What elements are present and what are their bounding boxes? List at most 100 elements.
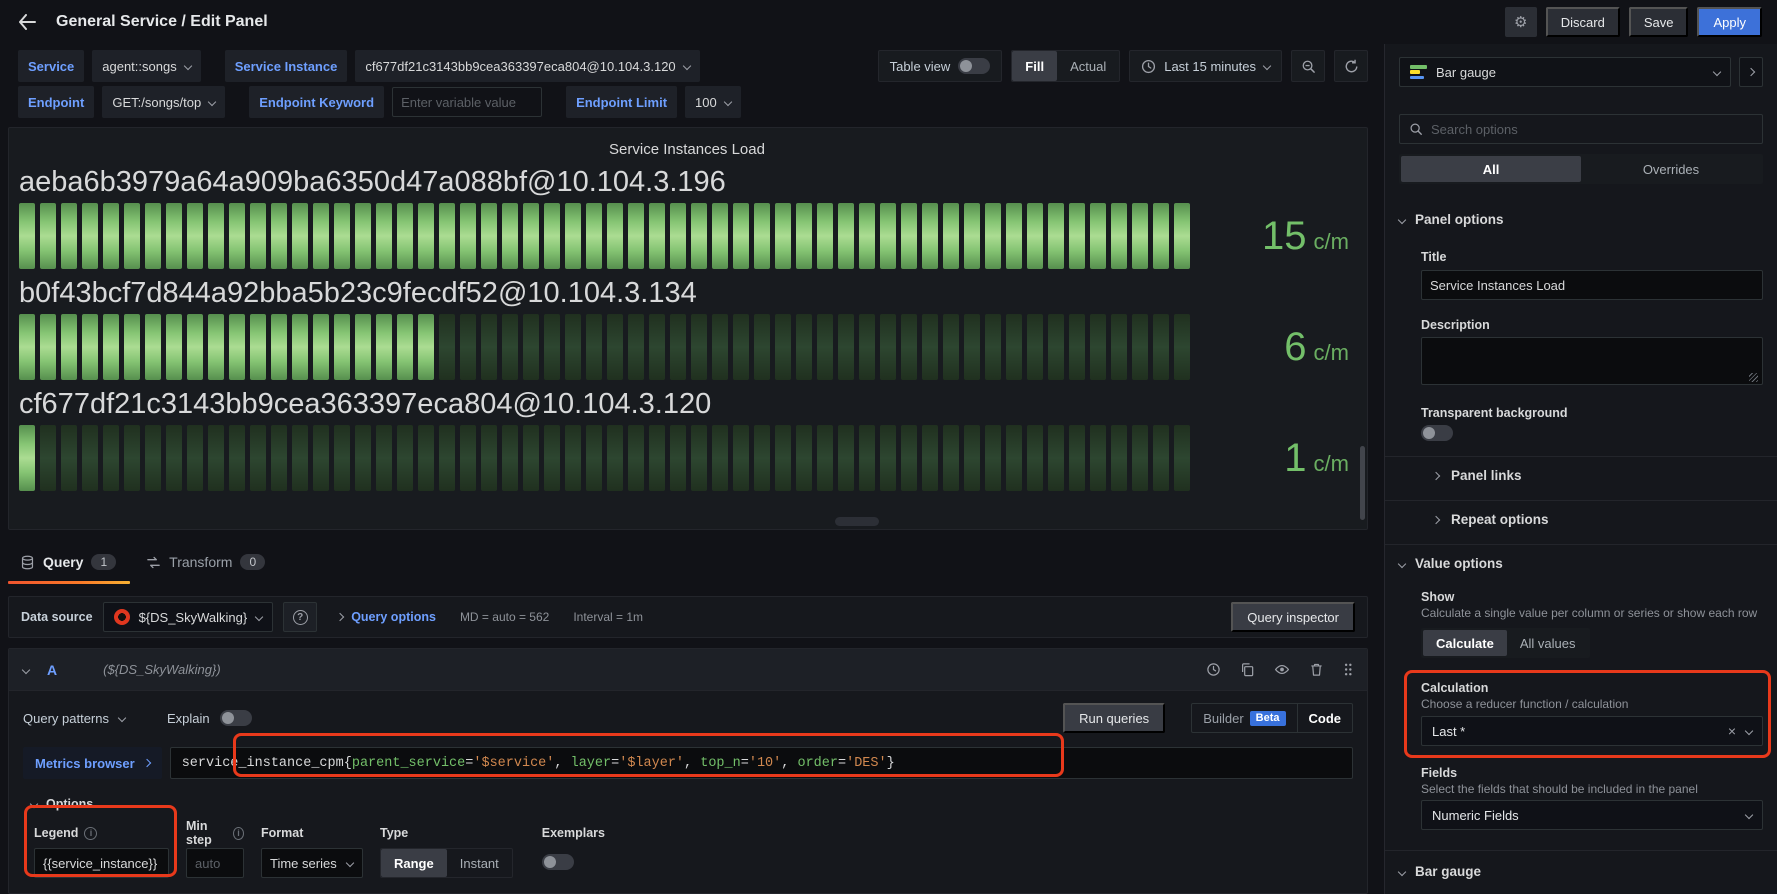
builder-code-switch: Builder Beta Code [1191, 703, 1353, 733]
zoom-out-button[interactable] [1291, 50, 1325, 82]
variable-picker-service[interactable]: agent::songs [92, 50, 200, 82]
transparent-background-toggle[interactable] [1421, 425, 1453, 441]
options-section-toggle[interactable]: Options [9, 779, 1367, 811]
tab-query[interactable]: Query 1 [20, 554, 116, 570]
instant-option[interactable]: Instant [447, 849, 512, 877]
variables-row-1: Service agent::songs Service Instance cf… [18, 50, 1368, 82]
endpoint-keyword-input[interactable] [392, 87, 542, 117]
variable-picker-service-instance[interactable]: cf677df21c3143bb9cea363397eca804@10.104.… [355, 50, 699, 82]
variable-picker-endpoint-limit[interactable]: 100 [685, 86, 741, 118]
panel-resize-handle[interactable] [835, 517, 879, 526]
duplicate-icon[interactable] [1240, 662, 1255, 677]
drag-handle-icon[interactable] [1343, 662, 1353, 677]
format-field: Format Time series [261, 825, 363, 878]
gauge-label: aeba6b3979a64a909ba6350d47a088bf@10.104.… [19, 164, 1355, 200]
query-count-badge: 1 [91, 554, 116, 570]
chevron-down-icon [22, 665, 30, 673]
fill-actual-switch: Fill Actual [1011, 50, 1120, 82]
exemplars-toggle[interactable] [542, 854, 574, 870]
panel-settings-button[interactable]: ⚙ [1505, 7, 1537, 37]
repeat-options-header[interactable]: Repeat options [1433, 512, 1549, 527]
fill-option[interactable]: Fill [1012, 51, 1057, 81]
panel-scrollbar[interactable] [1360, 446, 1365, 520]
actual-option[interactable]: Actual [1057, 51, 1119, 81]
back-arrow-icon[interactable] [12, 7, 42, 37]
code-option[interactable]: Code [1298, 704, 1353, 732]
datasource-help-button[interactable]: ? [283, 602, 317, 632]
variable-label-endpoint-limit: Endpoint Limit [566, 86, 677, 118]
calculate-allvalues-switch: Calculate All values [1421, 628, 1590, 658]
value-options-header[interactable]: Value options [1399, 556, 1503, 571]
min-step-input[interactable] [186, 848, 244, 878]
help-icon: ? [293, 610, 308, 625]
panel-options-header[interactable]: Panel options [1399, 212, 1504, 227]
range-option[interactable]: Range [381, 849, 447, 877]
time-range-label: Last 15 minutes [1164, 59, 1256, 74]
tab-overrides[interactable]: Overrides [1581, 156, 1761, 182]
apply-button[interactable]: Apply [1697, 7, 1762, 37]
metrics-browser-button[interactable]: Metrics browser [23, 747, 162, 779]
tab-all[interactable]: All [1401, 156, 1581, 182]
datasource-picker[interactable]: ${DS_SkyWalking} [103, 602, 274, 632]
query-row-header[interactable]: A (${DS_SkyWalking}) [9, 649, 1367, 691]
info-icon: i [84, 827, 97, 840]
min-step-field: Min stepi [186, 825, 244, 878]
bar-gauge-section-header[interactable]: Bar gauge [1399, 864, 1481, 879]
textarea-resize-handle[interactable] [1749, 373, 1758, 382]
clear-icon[interactable]: × [1728, 723, 1736, 739]
panel-description-textarea[interactable] [1421, 337, 1763, 385]
legend-input[interactable] [34, 848, 169, 878]
time-range-picker[interactable]: Last 15 minutes [1129, 50, 1282, 82]
query-patterns-dropdown[interactable]: Query patterns [23, 711, 109, 726]
panel-title-input[interactable] [1421, 270, 1763, 300]
description-label: Description [1421, 318, 1490, 332]
run-queries-button[interactable]: Run queries [1063, 703, 1165, 733]
page-title: General Service / Edit Panel [56, 13, 268, 31]
fields-description: Select the fields that should be include… [1421, 782, 1698, 796]
discard-button[interactable]: Discard [1546, 7, 1620, 37]
visualization-row: Bar gauge [1399, 57, 1763, 87]
format-select[interactable]: Time series [261, 848, 363, 878]
query-inspector-button[interactable]: Query inspector [1231, 602, 1355, 632]
fields-select[interactable]: Numeric Fields [1421, 800, 1763, 830]
calculation-select[interactable]: Last * × [1421, 716, 1763, 746]
clock-icon [1141, 59, 1156, 74]
calculation-description: Choose a reducer function / calculation [1421, 697, 1628, 711]
chevron-down-icon [208, 98, 216, 106]
gauge-label: cf677df21c3143bb9cea363397eca804@10.104.… [19, 386, 1355, 422]
explain-toggle[interactable] [220, 710, 252, 726]
refresh-button[interactable] [1334, 50, 1368, 82]
variable-picker-endpoint[interactable]: GET:/songs/top [102, 86, 225, 118]
calculate-option[interactable]: Calculate [1423, 630, 1507, 656]
chevron-down-icon [255, 613, 263, 621]
title-label: Title [1421, 250, 1446, 264]
options-search-input[interactable] [1431, 122, 1753, 137]
panel-links-header[interactable]: Panel links [1433, 468, 1522, 483]
trash-icon[interactable] [1309, 662, 1324, 677]
promql-expression-input[interactable]: service_instance_cpm{parent_service='$se… [170, 747, 1353, 779]
variable-label-service-instance: Service Instance [225, 50, 348, 82]
editor-tabs: Query 1 Transform 0 [8, 544, 265, 580]
lcd-gauge [19, 203, 1197, 269]
exemplars-field: Exemplars [542, 825, 605, 870]
eye-icon[interactable] [1274, 662, 1290, 677]
table-view-toggle[interactable] [958, 58, 990, 74]
panel-title: Service Instances Load [19, 128, 1355, 164]
query-options-toggle[interactable]: Query options [337, 610, 436, 624]
builder-option[interactable]: Builder Beta [1192, 704, 1296, 732]
explain-label: Explain [167, 711, 210, 726]
collapse-options-button[interactable] [1739, 57, 1763, 87]
top-bar: General Service / Edit Panel ⚙ Discard S… [0, 0, 1777, 44]
bar-gauge-panel: Service Instances Load aeba6b3979a64a909… [8, 127, 1368, 530]
all-values-option[interactable]: All values [1507, 630, 1589, 656]
active-tab-underline [8, 581, 130, 584]
history-icon[interactable] [1206, 662, 1221, 677]
gauge-value: 1c/m [1197, 438, 1355, 478]
chevron-down-icon [1398, 215, 1406, 223]
visualization-picker[interactable]: Bar gauge [1399, 57, 1731, 87]
save-button[interactable]: Save [1629, 7, 1689, 37]
interval-info: Interval = 1m [573, 610, 643, 624]
gauge-row: b0f43bcf7d844a92bba5b23c9fecdf52@10.104.… [19, 275, 1355, 380]
transparent-background-label: Transparent background [1421, 406, 1568, 420]
tab-transform[interactable]: Transform 0 [146, 554, 265, 570]
